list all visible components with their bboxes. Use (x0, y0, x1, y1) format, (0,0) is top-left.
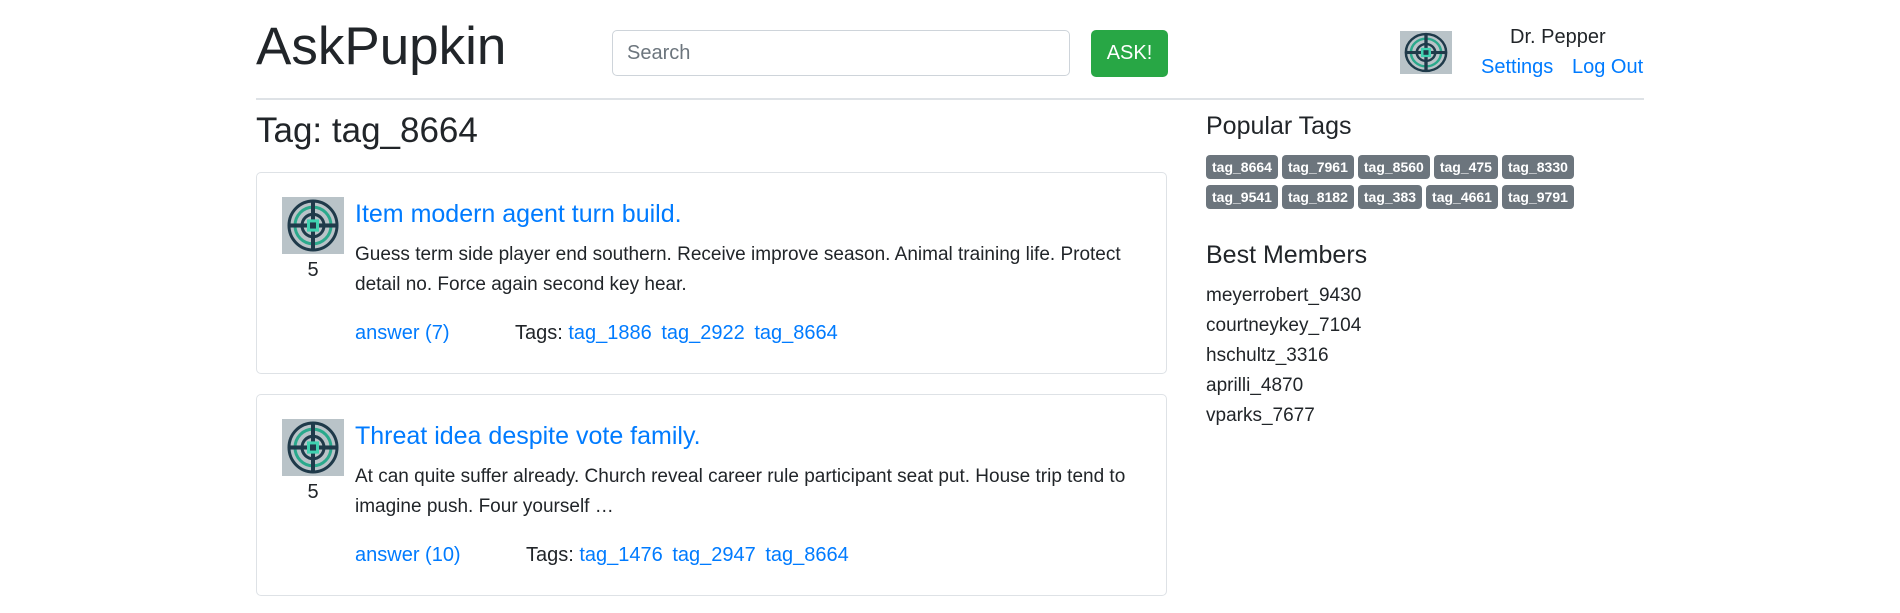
top-header: AskPupkin ASK! Dr. Pepper Settings Log O… (256, 0, 1644, 100)
tag-link[interactable]: tag_2922 (661, 322, 744, 344)
member-item: courtneykey_7104 (1206, 315, 1362, 336)
popular-tag-badge[interactable]: tag_383 (1357, 185, 1423, 209)
question-title-link[interactable]: Item modern agent turn build. (355, 200, 682, 229)
popular-tag-badge[interactable]: tag_9791 (1501, 185, 1574, 209)
question-tags: Tags: tag_1476 tag_2947 tag_8664 (526, 544, 853, 567)
page-container: AskPupkin ASK! Dr. Pepper Settings Log O… (256, 0, 1644, 596)
question-card: 5 Item modern agent turn build. Guess te… (256, 172, 1167, 374)
tag-link[interactable]: tag_8664 (754, 322, 837, 344)
question-author-avatar[interactable] (282, 419, 344, 476)
question-rating: 5 (307, 481, 319, 503)
best-members-list: meyerrobert_9430 courtneykey_7104 hschul… (1206, 281, 1361, 431)
search-input[interactable] (612, 30, 1070, 76)
logout-link[interactable]: Log Out (1572, 56, 1643, 79)
tag-link[interactable]: tag_8664 (765, 544, 848, 566)
popular-tag-badge[interactable]: tag_8182 (1281, 185, 1354, 209)
member-item: vparks_7677 (1206, 405, 1315, 426)
tags-label: Tags: (526, 544, 574, 566)
question-author-avatar[interactable] (282, 197, 344, 254)
avatar-icon (282, 197, 344, 254)
popular-tag-badge[interactable]: tag_8560 (1357, 155, 1430, 179)
user-name: Dr. Pepper (1510, 26, 1606, 48)
tags-label: Tags: (515, 322, 563, 344)
tag-link[interactable]: tag_1476 (579, 544, 662, 566)
popular-tag-badge[interactable]: tag_8664 (1206, 155, 1278, 179)
question-rating: 5 (307, 259, 319, 281)
member-item: hschultz_3316 (1206, 345, 1329, 366)
ask-button[interactable]: ASK! (1091, 30, 1168, 77)
question-tags: Tags: tag_1886 tag_2922 tag_8664 (515, 322, 842, 345)
question-text: Guess term side player end southern. Rec… (355, 244, 1121, 295)
popular-tags-title: Popular Tags (1206, 112, 1352, 140)
question-text: At can quite suffer already. Church reve… (355, 466, 1126, 517)
answer-count-link[interactable]: answer (7) (355, 322, 449, 345)
popular-tag-badge[interactable]: tag_4661 (1426, 185, 1498, 209)
avatar-icon (282, 419, 344, 476)
answer-count-link[interactable]: answer (10) (355, 544, 461, 567)
search-box (612, 30, 1070, 76)
user-avatar[interactable] (1400, 31, 1452, 74)
site-logo[interactable]: AskPupkin (256, 16, 506, 78)
popular-tag-badge[interactable]: tag_8330 (1501, 155, 1574, 179)
popular-tag-badge[interactable]: tag_9541 (1206, 185, 1278, 209)
settings-link[interactable]: Settings (1481, 56, 1553, 79)
question-title-link[interactable]: Threat idea despite vote family. (355, 422, 701, 451)
avatar-icon (1400, 31, 1452, 74)
popular-tag-badge[interactable]: tag_475 (1433, 155, 1498, 179)
best-members-title: Best Members (1206, 241, 1368, 269)
page-title: Tag: tag_8664 (256, 111, 478, 150)
question-card: 5 Threat idea despite vote family. At ca… (256, 394, 1167, 596)
member-item: aprilli_4870 (1206, 375, 1304, 396)
popular-tag-badge[interactable]: tag_7961 (1281, 155, 1354, 179)
tag-link[interactable]: tag_2947 (672, 544, 755, 566)
tag-link[interactable]: tag_1886 (568, 322, 651, 344)
member-item: meyerrobert_9430 (1206, 285, 1362, 306)
popular-tags-list: tag_8664 tag_7961 tag_8560 tag_475 tag_8330 t… (1206, 155, 1626, 215)
